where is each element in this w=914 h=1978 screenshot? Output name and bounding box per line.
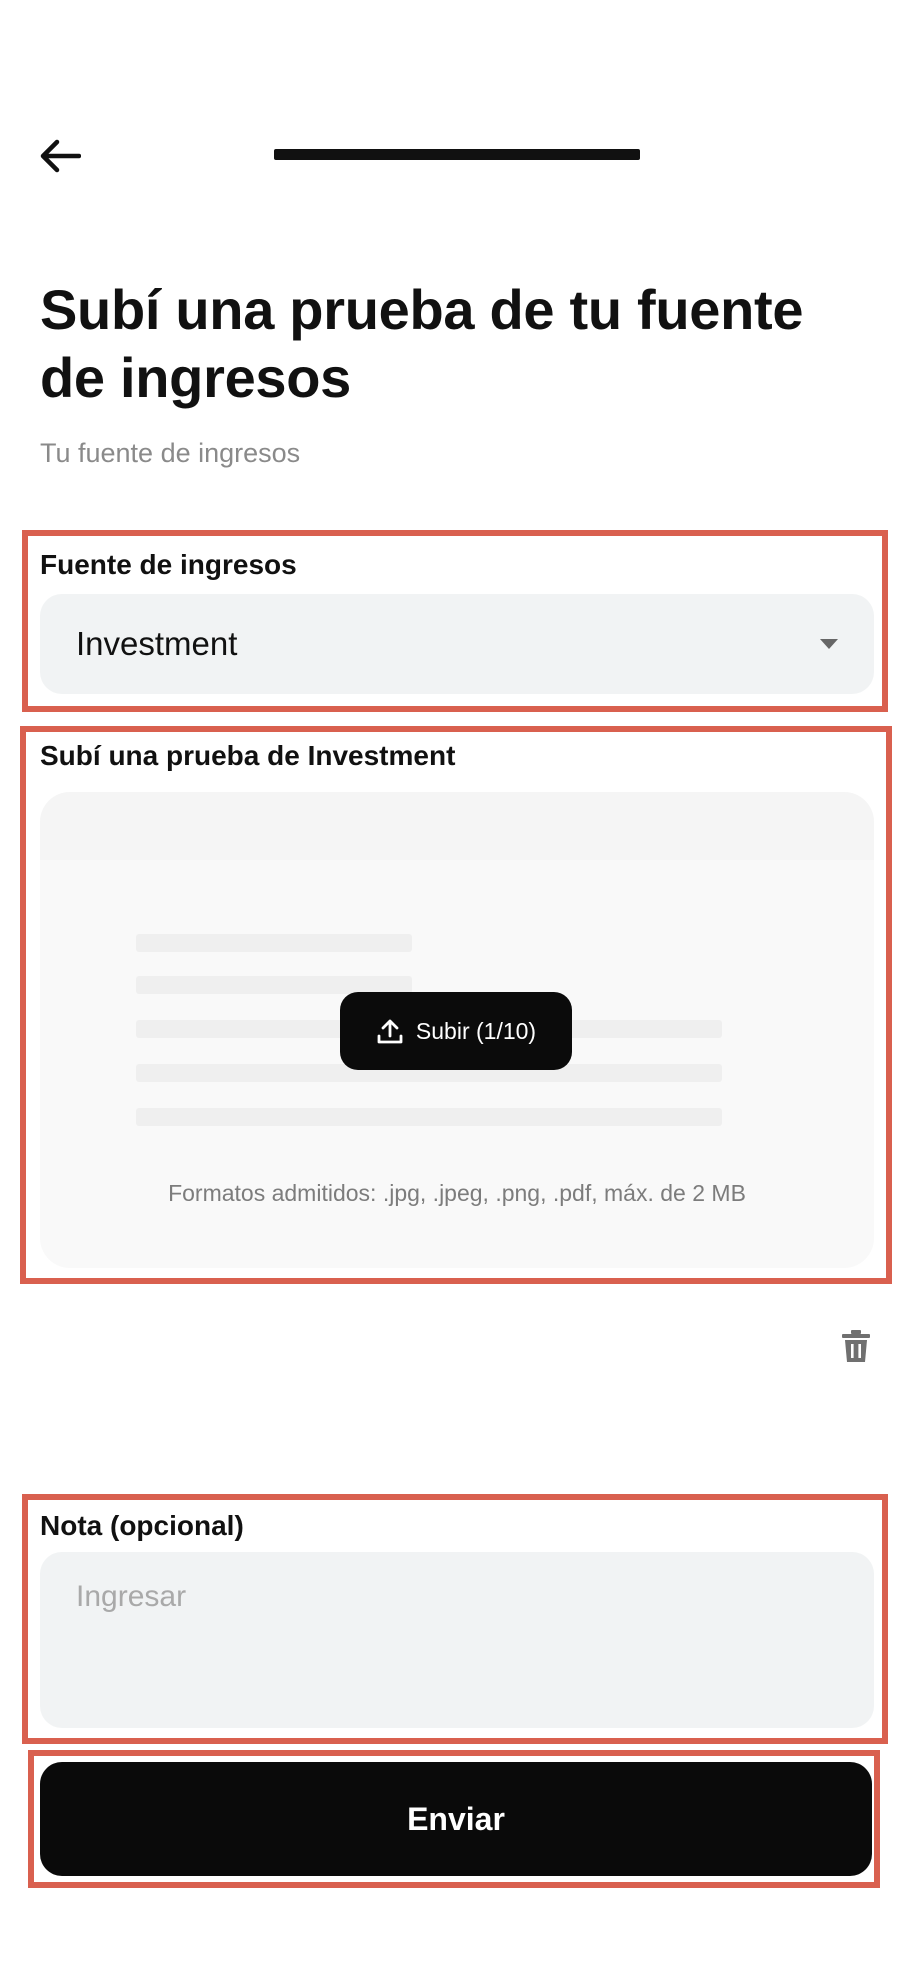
upload-button[interactable]: Subir (1/10) [340,992,572,1070]
upload-dropzone[interactable]: Subir (1/10) Formatos admitidos: .jpg, .… [40,792,874,1268]
dropzone-top-band [40,792,874,860]
arrow-left-icon [40,139,81,173]
note-input[interactable] [40,1552,874,1728]
upload-income-proof-screen: Subí una prueba de tu fuente de ingresos… [0,0,914,1978]
note-label: Nota (opcional) [40,1510,244,1541]
trash-icon [842,1330,870,1362]
upload-button-label: Subir (1/10) [415,1017,537,1044]
income-source-select[interactable]: Investment [40,594,874,694]
progress-bar [274,149,640,160]
progress-bar-fill [274,149,640,160]
supported-formats-text: Formatos admitidos: .jpg, .jpeg, .png, .… [168,1180,746,1206]
document-placeholder-line [136,934,412,952]
upload-icon [377,1019,403,1044]
back-button[interactable] [30,126,90,186]
income-source-label: Fuente de ingresos [40,549,297,580]
proof-upload-label: Subí una prueba de Investment [40,740,456,771]
income-source-value: Investment [76,625,238,662]
caret-down-icon [820,639,838,649]
submit-button[interactable]: Enviar [40,1762,872,1876]
delete-button[interactable] [838,1326,874,1366]
page-title: Subí una prueba de tu fuente de ingresos [40,278,804,409]
document-placeholder-line [136,1108,722,1126]
page-subtitle: Tu fuente de ingresos [40,438,301,468]
